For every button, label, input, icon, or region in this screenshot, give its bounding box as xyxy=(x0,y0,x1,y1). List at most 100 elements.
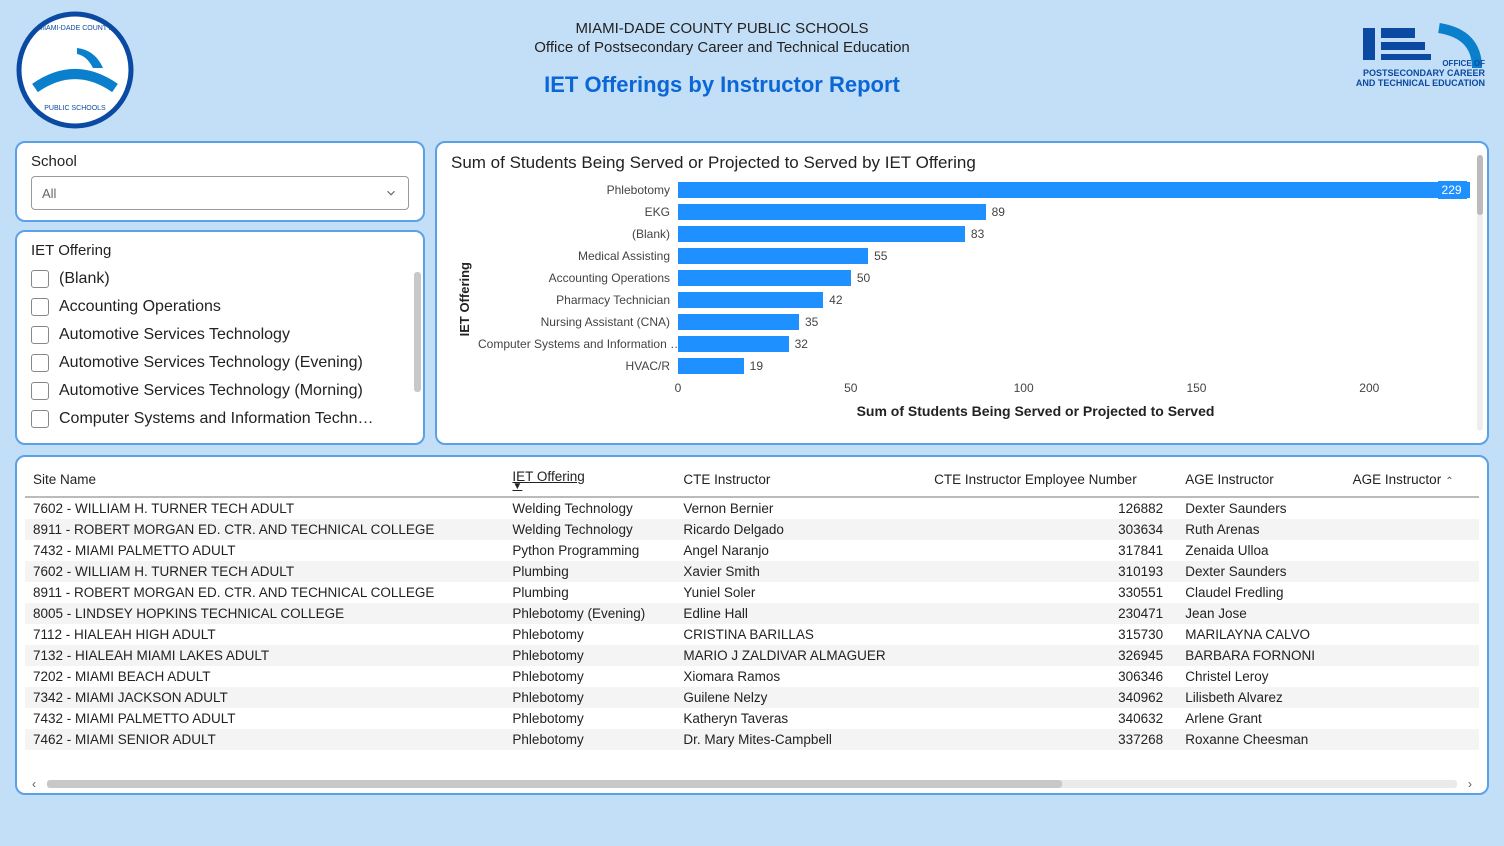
scroll-right-button[interactable]: › xyxy=(1463,777,1477,791)
table-row[interactable]: 8005 - LINDSEY HOPKINS TECHNICAL COLLEGE… xyxy=(25,603,1479,624)
table-cell xyxy=(1345,708,1479,729)
chart-bar-row[interactable]: Pharmacy Technician42 xyxy=(478,289,1473,311)
chart-bar-value: 19 xyxy=(750,357,763,375)
svg-text:OFFICE OF: OFFICE OF xyxy=(1442,59,1485,68)
chart-bar-row[interactable]: Medical Assisting55 xyxy=(478,245,1473,267)
table-cell: 7112 - HIALEAH HIGH ADULT xyxy=(25,624,504,645)
table-row[interactable]: 7462 - MIAMI SENIOR ADULTPhlebotomyDr. M… xyxy=(25,729,1479,750)
table-header-cell[interactable]: AGE Instructor⌃ xyxy=(1345,463,1479,497)
chart-bar-row[interactable]: Computer Systems and Information …32 xyxy=(478,333,1473,355)
chart-bar-row[interactable]: (Blank)83 xyxy=(478,223,1473,245)
table-cell: Plumbing xyxy=(504,582,675,603)
iet-filter-option[interactable]: Automotive Services Technology xyxy=(31,321,403,349)
slicer-scrollbar[interactable] xyxy=(414,272,421,392)
table-cell: Phlebotomy xyxy=(504,687,675,708)
chart-bar-row[interactable]: Nursing Assistant (CNA)35 xyxy=(478,311,1473,333)
table-cell: Yuniel Soler xyxy=(675,582,926,603)
data-table-panel: Site NameIET Offering▼CTE InstructorCTE … xyxy=(15,455,1489,795)
table-cell: CRISTINA BARILLAS xyxy=(675,624,926,645)
table-cell: 340632 xyxy=(926,708,1177,729)
table-row[interactable]: 7342 - MIAMI JACKSON ADULTPhlebotomyGuil… xyxy=(25,687,1479,708)
chart-bar-value: 50 xyxy=(857,269,870,287)
chart-bar xyxy=(678,204,986,220)
org-line1: MIAMI-DADE COUNTY PUBLIC SCHOOLS xyxy=(155,20,1289,37)
table-header-cell[interactable]: AGE Instructor xyxy=(1177,463,1344,497)
table-header-cell[interactable]: CTE Instructor xyxy=(675,463,926,497)
table-cell: Lilisbeth Alvarez xyxy=(1177,687,1344,708)
chart-bar-row[interactable]: Accounting Operations50 xyxy=(478,267,1473,289)
table-cell: 8911 - ROBERT MORGAN ED. CTR. AND TECHNI… xyxy=(25,582,504,603)
data-table: Site NameIET Offering▼CTE InstructorCTE … xyxy=(25,463,1479,750)
table-header-cell[interactable]: CTE Instructor Employee Number xyxy=(926,463,1177,497)
table-cell: Welding Technology xyxy=(504,519,675,540)
checkbox-icon xyxy=(31,298,49,316)
table-row[interactable]: 7132 - HIALEAH MIAMI LAKES ADULTPhleboto… xyxy=(25,645,1479,666)
iet-slicer-label: IET Offering xyxy=(31,242,409,259)
chart-bar xyxy=(678,314,799,330)
table-cell: BARBARA FORNONI xyxy=(1177,645,1344,666)
table-cell: Plumbing xyxy=(504,561,675,582)
table-cell xyxy=(1345,519,1479,540)
table-cell: 126882 xyxy=(926,497,1177,519)
table-row[interactable]: 7112 - HIALEAH HIGH ADULTPhlebotomyCRIST… xyxy=(25,624,1479,645)
table-cell: Xiomara Ramos xyxy=(675,666,926,687)
table-cell xyxy=(1345,497,1479,519)
table-cell: Phlebotomy xyxy=(504,624,675,645)
table-header-cell[interactable]: Site Name xyxy=(25,463,504,497)
table-cell xyxy=(1345,687,1479,708)
table-cell: Xavier Smith xyxy=(675,561,926,582)
table-row[interactable]: 7432 - MIAMI PALMETTO ADULTPhlebotomyKat… xyxy=(25,708,1479,729)
table-cell: 330551 xyxy=(926,582,1177,603)
table-cell: MARILAYNA CALVO xyxy=(1177,624,1344,645)
cte-logo: OFFICE OF POSTSECONDARY CAREER AND TECHN… xyxy=(1309,10,1489,93)
table-cell: Roxanne Cheesman xyxy=(1177,729,1344,750)
table-cell: Phlebotomy xyxy=(504,666,675,687)
table-row[interactable]: 7432 - MIAMI PALMETTO ADULTPython Progra… xyxy=(25,540,1479,561)
horizontal-scrollbar[interactable] xyxy=(47,780,1457,788)
table-cell: Zenaida Ulloa xyxy=(1177,540,1344,561)
checkbox-icon xyxy=(31,270,49,288)
table-cell: 8911 - ROBERT MORGAN ED. CTR. AND TECHNI… xyxy=(25,519,504,540)
table-cell: Ricardo Delgado xyxy=(675,519,926,540)
chart-bar-value: 83 xyxy=(971,225,984,243)
table-cell xyxy=(1345,624,1479,645)
school-slicer-label: School xyxy=(31,153,409,170)
chart-x-tick: 50 xyxy=(844,381,857,395)
table-cell xyxy=(1345,582,1479,603)
table-cell: Guilene Nelzy xyxy=(675,687,926,708)
iet-filter-option[interactable]: Accounting Operations xyxy=(31,293,403,321)
svg-text:POSTSECONDARY CAREER: POSTSECONDARY CAREER xyxy=(1363,68,1486,78)
iet-filter-option-label: Automotive Services Technology (Evening) xyxy=(59,354,363,372)
iet-filter-option[interactable]: Computer Systems and Information Techn… xyxy=(31,405,403,433)
chart-bar-value: 89 xyxy=(992,203,1005,221)
table-cell xyxy=(1345,561,1479,582)
chart-bar-row[interactable]: Phlebotomy229 xyxy=(478,179,1473,201)
chart-x-tick: 200 xyxy=(1359,381,1379,395)
chart-bar-value: 32 xyxy=(795,335,808,353)
scroll-left-button[interactable]: ‹ xyxy=(27,777,41,791)
chart-bar-value: 55 xyxy=(874,247,887,265)
chart-scrollbar[interactable] xyxy=(1477,155,1483,431)
table-row[interactable]: 7602 - WILLIAM H. TURNER TECH ADULTPlumb… xyxy=(25,561,1479,582)
table-cell: Ruth Arenas xyxy=(1177,519,1344,540)
table-row[interactable]: 7202 - MIAMI BEACH ADULTPhlebotomyXiomar… xyxy=(25,666,1479,687)
chart-bar-row[interactable]: HVAC/R19 xyxy=(478,355,1473,377)
school-dropdown[interactable]: All xyxy=(31,176,409,210)
table-row[interactable]: 8911 - ROBERT MORGAN ED. CTR. AND TECHNI… xyxy=(25,519,1479,540)
iet-filter-option[interactable]: (Blank) xyxy=(31,265,403,293)
iet-offering-slicer: IET Offering (Blank)Accounting Operation… xyxy=(15,230,425,445)
chart-bar-row[interactable]: EKG 89 xyxy=(478,201,1473,223)
iet-filter-option[interactable]: Automotive Services Technology (Morning) xyxy=(31,377,403,405)
table-cell: Phlebotomy xyxy=(504,729,675,750)
iet-filter-option[interactable]: Automotive Services Technology (Evening) xyxy=(31,349,403,377)
chart-bar xyxy=(678,336,789,352)
chart-category-label: Nursing Assistant (CNA) xyxy=(478,315,678,329)
chart-category-label: EKG xyxy=(478,205,678,219)
table-cell: 7602 - WILLIAM H. TURNER TECH ADULT xyxy=(25,561,504,582)
table-header-cell[interactable]: IET Offering▼ xyxy=(504,463,675,497)
table-cell: Jean Jose xyxy=(1177,603,1344,624)
table-row[interactable]: 8911 - ROBERT MORGAN ED. CTR. AND TECHNI… xyxy=(25,582,1479,603)
checkbox-icon xyxy=(31,354,49,372)
table-row[interactable]: 7602 - WILLIAM H. TURNER TECH ADULTWeldi… xyxy=(25,497,1479,519)
checkbox-icon xyxy=(31,382,49,400)
